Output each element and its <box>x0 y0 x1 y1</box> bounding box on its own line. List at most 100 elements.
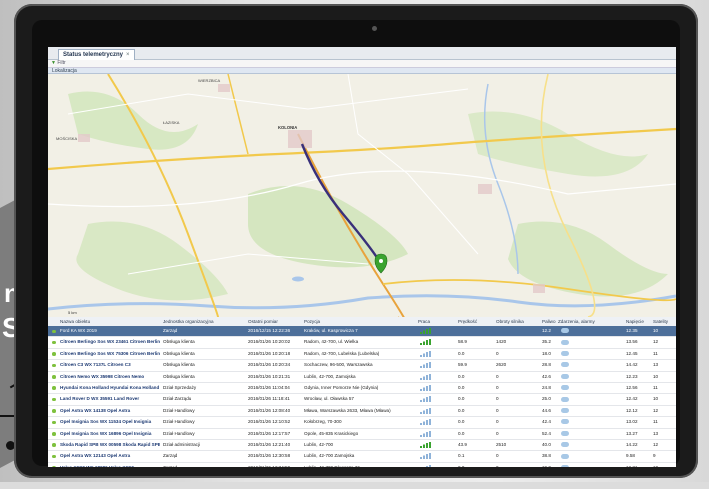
table-cell-name: Citroen C3 WX 7137L Citroen C3 <box>60 362 131 368</box>
event-alarm-icons[interactable] <box>560 451 569 461</box>
table-cell-sat: 10 <box>653 328 659 333</box>
table-cell-name: Opel Insignia Sos WX 11534 Opel Insignia <box>60 419 152 425</box>
table-cell-unit: Dział administracji <box>163 441 201 447</box>
filter-label[interactable]: Filtr <box>57 60 65 66</box>
table-row[interactable]: Citroen Nemo WX 35998 Citroen Nemo Obsług… <box>48 372 676 383</box>
table-row[interactable]: Opel Astra WX 14138 Opel Astra Dział Hand… <box>48 406 676 418</box>
column-header[interactable]: Praca <box>418 317 430 326</box>
map-view[interactable]: WIERZBICA KOLONIA MOŚCISKA ŁAZISKA 5 km <box>48 74 676 317</box>
table-cell-time: 2016/01/26 12:10:52 <box>248 419 291 425</box>
table-cell-time: 2016/01/26 12:30:58 <box>248 453 291 459</box>
table-row[interactable]: Land Rover D WX 35591 Land Rover Dział Za… <box>48 394 676 406</box>
signal-icon <box>420 339 432 346</box>
table-cell-fuel: 19.0 <box>542 463 556 467</box>
table-cell-unit: Zarząd <box>163 453 178 459</box>
table-cell-rpm: 2620 <box>496 362 507 368</box>
event-alarm-icons[interactable] <box>560 349 569 359</box>
event-alarm-icons[interactable] <box>560 372 569 382</box>
table-row[interactable]: Hyundai Kona Holland Hyundai Kona Hollan… <box>48 383 676 395</box>
event-alarm-icons[interactable] <box>560 326 569 336</box>
table-cell-fuel: 18.0 <box>542 350 551 356</box>
table-row[interactable]: Citroen Berlingo Sos WX 75306 Citroen Be… <box>48 349 676 361</box>
signal-icon <box>420 419 432 426</box>
svg-text:WIERZBICA: WIERZBICA <box>198 78 221 83</box>
event-alarm-icons[interactable] <box>560 337 569 347</box>
signal-icon <box>420 350 432 357</box>
column-header[interactable]: Nazwa obiektu <box>60 317 90 326</box>
tab-status[interactable]: Status telemetryczny × <box>58 49 135 60</box>
event-alarm-icons[interactable] <box>560 360 569 370</box>
svg-text:ŁAZISKA: ŁAZISKA <box>163 120 180 125</box>
table-cell-time: 2016/01/26 12:17:57 <box>248 430 291 436</box>
event-alarm-icons[interactable] <box>560 394 569 404</box>
table-cell-pos: Kraków, ul. Kasprowicza 7 <box>304 328 358 333</box>
table-row[interactable]: Citroen Berlingo Sos WX 23461 Citroen Be… <box>48 337 676 349</box>
table-row[interactable]: Volvo XC60 WX 18686 Volvo XC60Zarząd2016… <box>48 463 676 467</box>
table-cell-sat: 10 <box>653 396 659 402</box>
table-cell-volt: 13.56 <box>626 339 638 345</box>
status-dot-icon <box>52 340 56 345</box>
table-cell-unit: Dział Handlowy <box>163 430 195 436</box>
table-cell-volt: 13.27 <box>626 430 638 436</box>
table-cell-time: 2016/01/26 10:21:31 <box>248 373 291 379</box>
table-cell-pos: Lublin, 42-700 Długosza 36 <box>304 463 414 467</box>
table-cell-time: 2016/01/26 12:08:40 <box>248 407 291 413</box>
table-row[interactable]: Citroen C3 WX 7137L Citroen C3 Obsługa kl… <box>48 360 676 372</box>
status-dot-icon <box>52 352 56 356</box>
table-body: Ford KA WX 2019 Zarząd 2016/12/15 12:22:36… <box>48 326 676 467</box>
table-cell-unit: Obsługa klienta <box>163 350 195 356</box>
column-header[interactable]: Zdarzenia, alarmy <box>558 317 595 326</box>
column-header[interactable]: Satelity <box>653 317 668 326</box>
event-alarm-icons[interactable] <box>560 463 569 467</box>
table-row[interactable]: Skoda Rapid SPB WX 00598 Skoda Rapid SPB… <box>48 440 676 452</box>
table-cell-pos: Opole, 45-835 Krasickiego <box>304 430 359 436</box>
table-row[interactable]: Opel Insignia Sos WX 16896 Opel Insignia… <box>48 429 676 440</box>
event-alarm-icons[interactable] <box>560 429 569 439</box>
table-cell-volt: 12.31 <box>626 463 650 467</box>
table-cell-speed: 0.1 <box>458 453 465 459</box>
table-cell-time: 2016/01/26 10:20:02 <box>248 339 291 345</box>
table-cell-time: 2016/01/26 11:18:41 <box>248 396 290 402</box>
close-icon[interactable]: × <box>126 52 130 58</box>
table-cell-fuel: 12.2 <box>542 328 551 333</box>
table-row[interactable]: Ford KA WX 2019 Zarząd 2016/12/15 12:22:36… <box>48 326 676 338</box>
table-cell-time: 2016/01/26 10:20:34 <box>248 362 291 368</box>
column-header[interactable]: Jednostka organizacyjna <box>163 317 214 326</box>
status-dot-icon <box>52 420 56 425</box>
event-alarm-icons[interactable] <box>560 383 569 393</box>
table-cell-rpm: 1420 <box>496 339 507 345</box>
table-cell-sat: 9 <box>653 453 656 459</box>
column-header[interactable]: Napięcie <box>626 317 644 326</box>
table-cell-rpm: 0 <box>496 463 536 467</box>
table-cell-sat: 13 <box>653 362 659 368</box>
table-cell-name: Hyundai Kona Holland Hyundai Kona Hollan… <box>60 384 160 390</box>
table-cell-speed: 43.9 <box>458 441 467 447</box>
signal-icon <box>420 464 432 467</box>
table-cell-volt: 12.42 <box>626 396 638 402</box>
table-cell-unit: Dział Zarządu <box>163 396 192 402</box>
event-alarm-icons[interactable] <box>560 440 569 450</box>
table-cell-name: Skoda Rapid SPB WX 00598 Skoda Rapid SPB <box>60 441 160 447</box>
table-cell-rpm: 0 <box>496 453 499 459</box>
table-cell-fuel: 44.6 <box>542 407 551 413</box>
column-header[interactable]: Pozycja <box>304 317 320 326</box>
table-row[interactable]: Opel Astra WX 12143 Opel Astra Zarząd 2016… <box>48 451 676 463</box>
status-dot-icon <box>52 329 56 333</box>
table-cell-fuel: 24.8 <box>542 384 551 390</box>
column-header[interactable]: Ostatni pomiar <box>248 317 278 326</box>
svg-text:MOŚCISKA: MOŚCISKA <box>56 136 77 141</box>
event-alarm-icons[interactable] <box>560 417 569 427</box>
column-header[interactable]: Paliwo <box>542 317 556 326</box>
table-row[interactable]: Opel Insignia Sos WX 11534 Opel Insignia… <box>48 417 676 429</box>
signal-icon <box>420 441 432 448</box>
table-cell-name: Volvo XC60 WX 18686 Volvo XC60 <box>60 463 160 467</box>
table-cell-sat: 12 <box>653 339 659 345</box>
column-header[interactable]: Prędkość <box>458 317 477 326</box>
table-cell-speed: 0.0 <box>458 396 465 402</box>
table-cell-unit: Dział Sprzedaży <box>163 384 197 390</box>
table-cell-volt: 12.23 <box>626 373 638 379</box>
column-header[interactable]: Obroty silnika <box>496 317 524 326</box>
table-cell-rpm: 0 <box>496 384 499 390</box>
filter-icon[interactable]: ▼ <box>51 60 56 66</box>
event-alarm-icons[interactable] <box>560 406 569 416</box>
